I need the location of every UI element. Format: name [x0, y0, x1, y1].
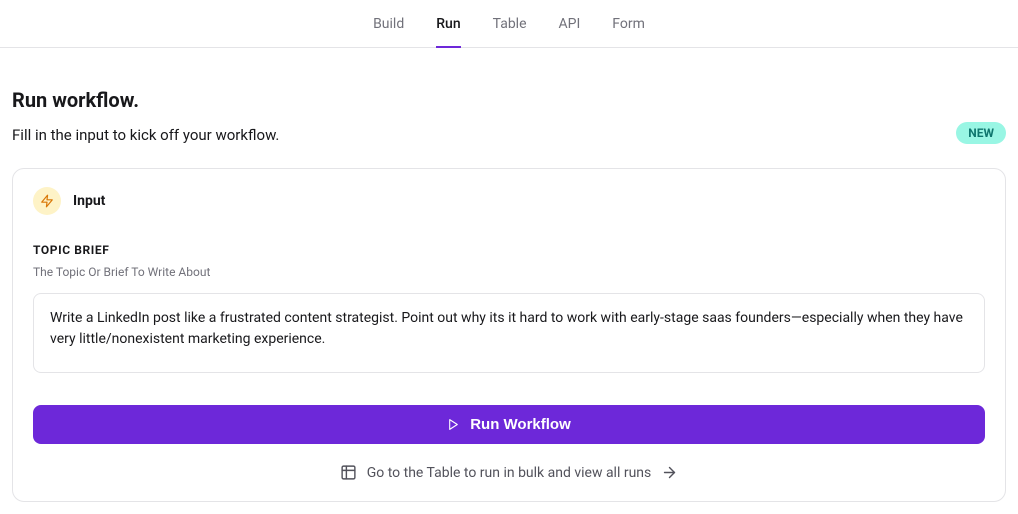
go-to-table-text: Go to the Table to run in bulk and view …	[367, 465, 652, 481]
tab-form[interactable]: Form	[612, 0, 645, 48]
input-card-header: Input	[33, 187, 985, 215]
page-subtitle: Fill in the input to kick off your workf…	[12, 126, 279, 144]
page-title: Run workflow.	[12, 88, 1006, 112]
field-label: TOPIC BRIEF	[33, 243, 985, 257]
tab-table[interactable]: Table	[493, 0, 527, 48]
new-badge: NEW	[956, 122, 1006, 144]
table-icon	[340, 464, 357, 481]
field-description: The Topic Or Brief To Write About	[33, 265, 985, 279]
input-card-title: Input	[73, 193, 105, 209]
main-content: Run workflow. Fill in the input to kick …	[0, 48, 1018, 514]
run-workflow-label: Run Workflow	[470, 416, 571, 433]
tabs-nav: Build Run Table API Form	[0, 0, 1018, 48]
subtitle-row: Fill in the input to kick off your workf…	[12, 112, 1006, 144]
tab-run[interactable]: Run	[436, 0, 460, 48]
topic-brief-input[interactable]	[33, 293, 985, 373]
tab-api[interactable]: API	[559, 0, 581, 48]
arrow-right-icon	[661, 464, 678, 481]
lightning-icon	[33, 187, 61, 215]
tab-build[interactable]: Build	[373, 0, 404, 48]
go-to-table-link[interactable]: Go to the Table to run in bulk and view …	[33, 464, 985, 481]
input-card: Input TOPIC BRIEF The Topic Or Brief To …	[12, 168, 1006, 502]
play-icon	[447, 418, 460, 431]
run-workflow-button[interactable]: Run Workflow	[33, 405, 985, 444]
